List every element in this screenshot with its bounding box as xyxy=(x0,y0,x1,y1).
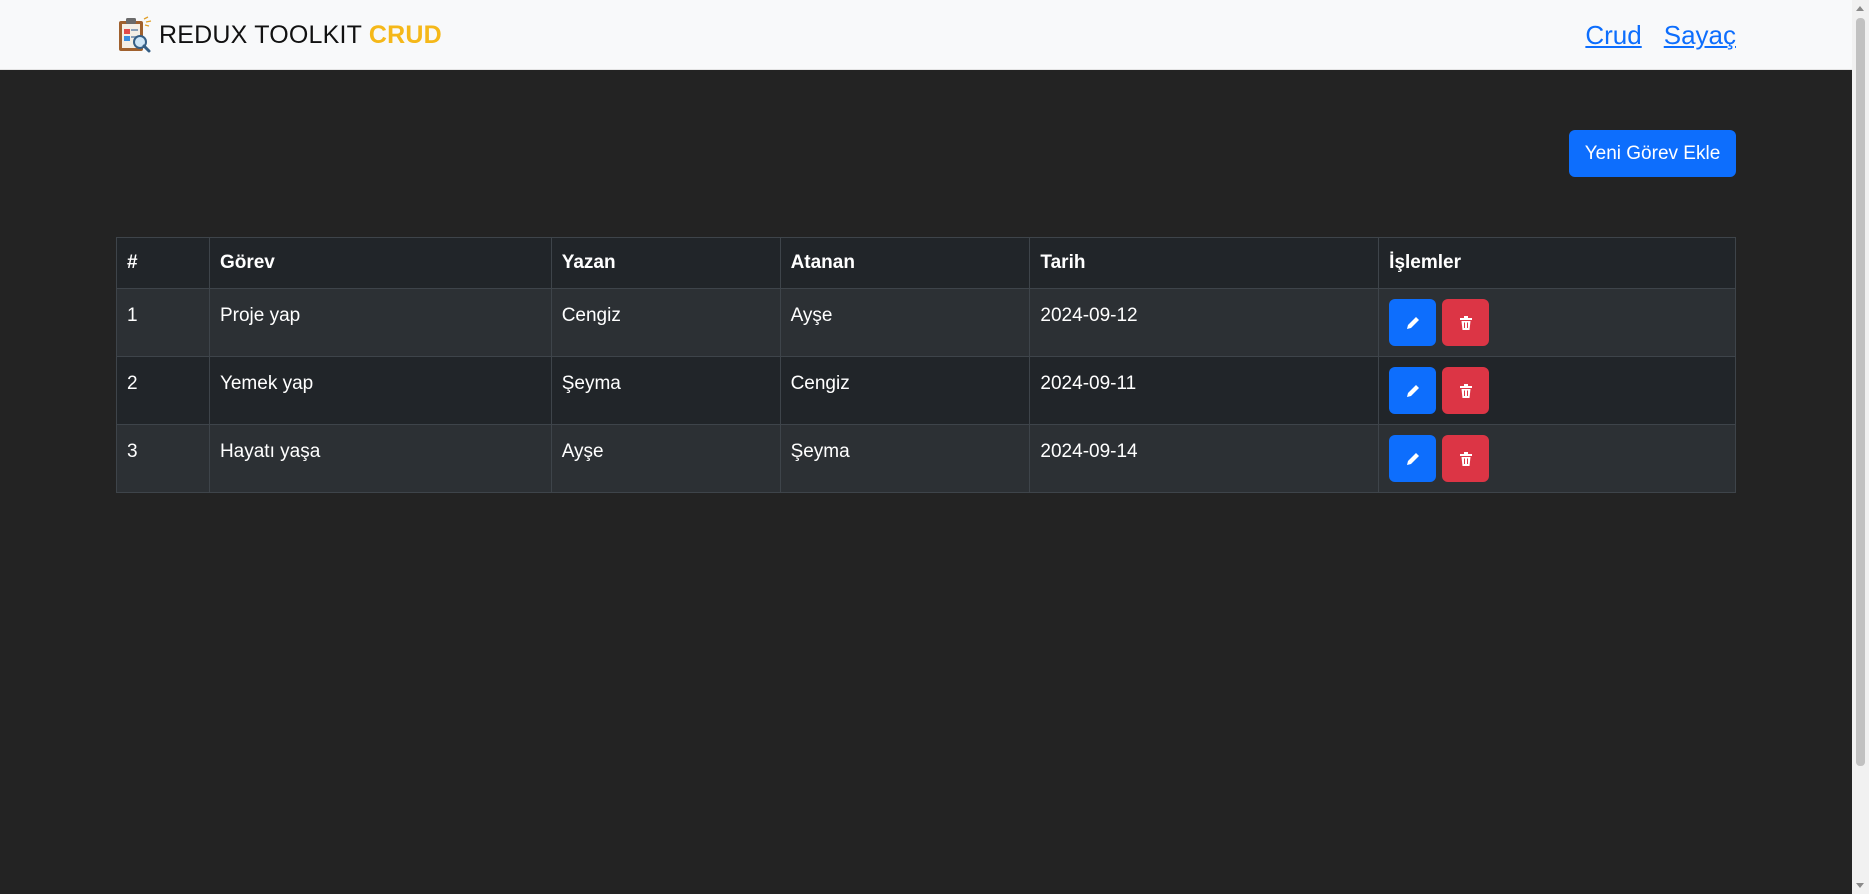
scroll-up-arrow-icon[interactable] xyxy=(1856,6,1864,11)
cell-assignee: Ayşe xyxy=(779,288,1031,357)
trash-icon xyxy=(1459,383,1472,398)
trash-icon xyxy=(1459,315,1472,330)
scroll-down-arrow-icon[interactable] xyxy=(1856,883,1864,888)
vertical-scrollbar[interactable] xyxy=(1852,0,1869,894)
header-date: Tarih xyxy=(1029,237,1380,289)
cell-task: Proje yap xyxy=(208,288,552,357)
cell-index: 3 xyxy=(116,424,210,493)
delete-button[interactable] xyxy=(1442,299,1490,346)
header-assignee: Atanan xyxy=(779,237,1031,289)
cell-index: 1 xyxy=(116,288,210,357)
header-index: # xyxy=(116,237,210,289)
edit-button[interactable] xyxy=(1389,299,1437,346)
task-table: # Görev Yazan Atanan Tarih İşlemler 1 Pr… xyxy=(116,237,1736,493)
edit-button[interactable] xyxy=(1389,367,1437,414)
header-actions: İşlemler xyxy=(1378,237,1736,289)
cell-assignee: Şeyma xyxy=(779,424,1031,493)
navbar: REDUX TOOLKIT CRUD Crud Sayaç xyxy=(0,0,1852,70)
table-row: 3 Hayatı yaşa Ayşe Şeyma 2024-09-14 xyxy=(116,424,1736,493)
cell-actions xyxy=(1378,288,1736,357)
scrollbar-thumb[interactable] xyxy=(1856,18,1865,766)
header-author: Yazan xyxy=(550,237,781,289)
cell-index: 2 xyxy=(116,356,210,425)
nav-links: Crud Sayaç xyxy=(1585,20,1736,51)
brand-link[interactable]: REDUX TOOLKIT CRUD xyxy=(116,16,442,54)
add-task-button[interactable]: Yeni Görev Ekle xyxy=(1569,130,1736,177)
pencil-icon xyxy=(1406,316,1419,329)
cell-actions xyxy=(1378,424,1736,493)
nav-link-counter[interactable]: Sayaç xyxy=(1664,20,1736,51)
nav-link-crud[interactable]: Crud xyxy=(1585,20,1641,51)
delete-button[interactable] xyxy=(1442,367,1490,414)
cell-author: Şeyma xyxy=(550,356,781,425)
cell-author: Ayşe xyxy=(550,424,781,493)
cell-actions xyxy=(1378,356,1736,425)
edit-button[interactable] xyxy=(1389,435,1437,482)
pencil-icon xyxy=(1406,452,1419,465)
brand-title: REDUX TOOLKIT CRUD xyxy=(159,21,442,50)
cell-date: 2024-09-14 xyxy=(1029,424,1380,493)
cell-date: 2024-09-12 xyxy=(1029,288,1380,357)
brand-text: REDUX TOOLKIT xyxy=(159,20,362,49)
cell-date: 2024-09-11 xyxy=(1029,356,1380,425)
cell-author: Cengiz xyxy=(550,288,781,357)
clipboard-logo-icon xyxy=(119,16,152,53)
trash-icon xyxy=(1459,451,1472,466)
table-header-row: # Görev Yazan Atanan Tarih İşlemler xyxy=(116,237,1736,289)
brand-accent: CRUD xyxy=(368,20,442,49)
table-row: 1 Proje yap Cengiz Ayşe 2024-09-12 xyxy=(116,288,1736,357)
header-task: Görev xyxy=(208,237,552,289)
cell-task: Yemek yap xyxy=(208,356,552,425)
cell-assignee: Cengiz xyxy=(779,356,1031,425)
pencil-icon xyxy=(1406,384,1419,397)
delete-button[interactable] xyxy=(1442,435,1490,482)
cell-task: Hayatı yaşa xyxy=(208,424,552,493)
table-row: 2 Yemek yap Şeyma Cengiz 2024-09-11 xyxy=(116,356,1736,425)
